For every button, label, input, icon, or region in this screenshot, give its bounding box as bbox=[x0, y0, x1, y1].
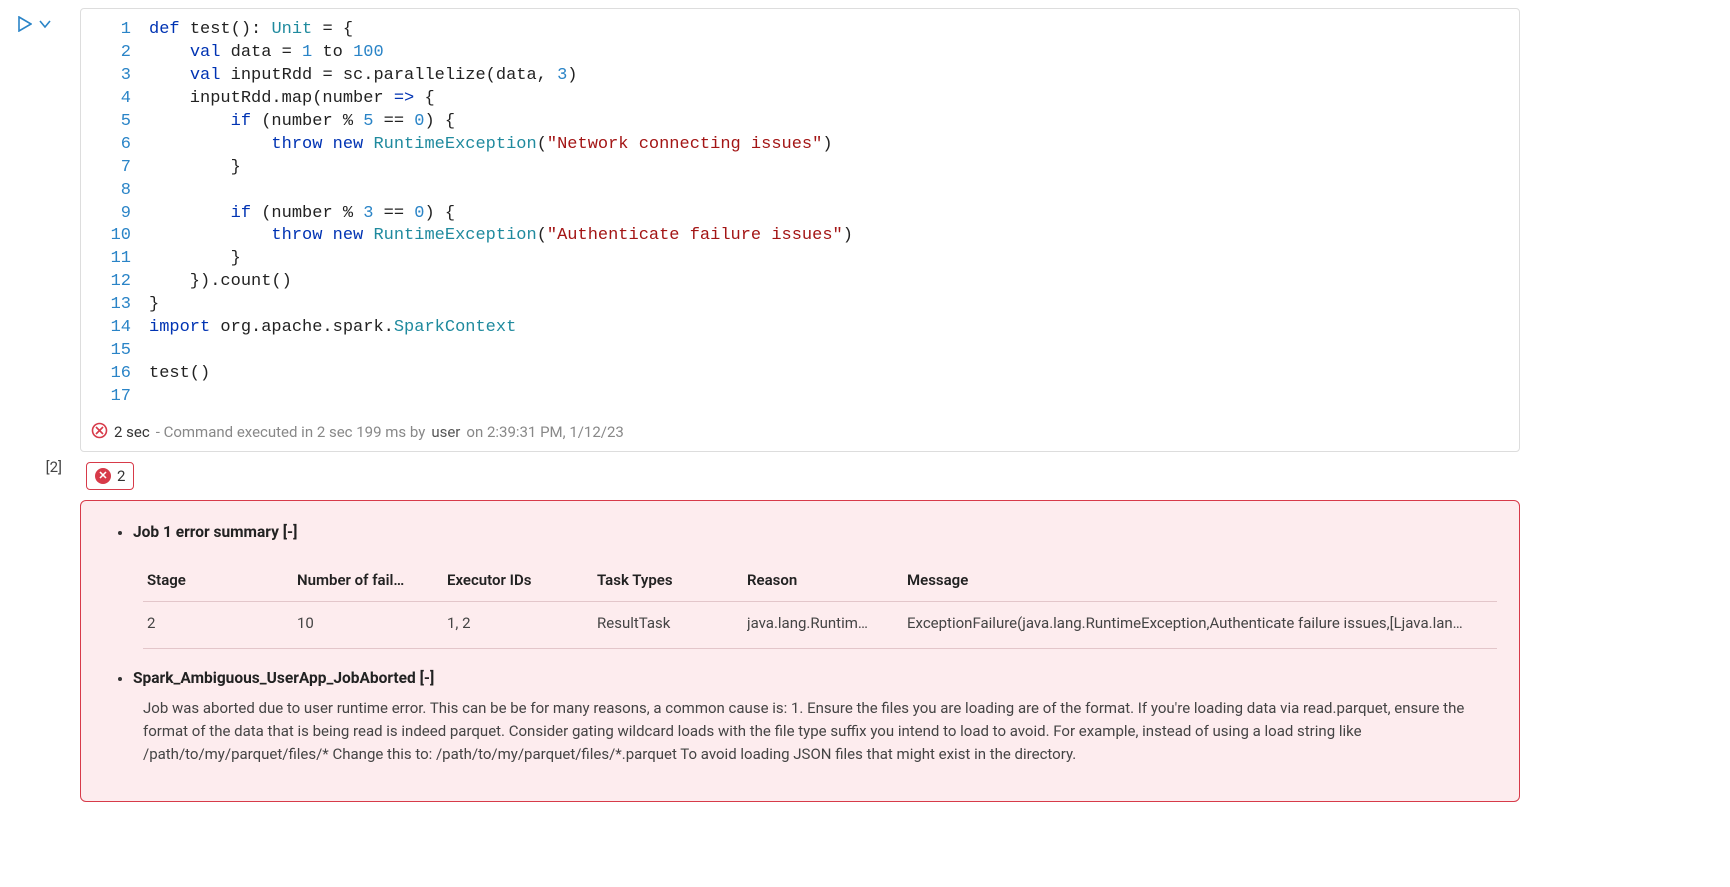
table-divider bbox=[143, 648, 1497, 649]
col-message: Message bbox=[907, 571, 1493, 589]
status-subtext: - Command executed in 2 sec 199 ms by bbox=[156, 423, 426, 441]
run-cell-icon[interactable] bbox=[18, 16, 32, 32]
executing-user: user bbox=[431, 423, 460, 441]
col-stage: Stage bbox=[147, 571, 297, 589]
error-count-badge[interactable]: ✕ 2 bbox=[86, 462, 134, 490]
code-editor[interactable]: 1234567891011121314151617 def test(): Un… bbox=[81, 9, 1519, 415]
error-item-job-summary: Job 1 error summary [-] Stage Number of … bbox=[133, 523, 1497, 649]
col-task-types: Task Types bbox=[597, 571, 747, 589]
col-num-failed: Number of fail… bbox=[297, 571, 447, 589]
cell-message: ExceptionFailure(java.lang.RuntimeExcept… bbox=[907, 614, 1493, 632]
cell-executor-ids: 1, 2 bbox=[447, 614, 597, 632]
execution-status: 2 sec - Command executed in 2 sec 199 ms… bbox=[81, 415, 1519, 451]
cell-reason: java.lang.Runtim… bbox=[747, 614, 907, 632]
duration: 2 sec bbox=[114, 423, 150, 441]
cell-index: [2] bbox=[0, 452, 80, 802]
table-body: 2 10 1, 2 ResultTask java.lang.Runtim… E… bbox=[143, 601, 1497, 644]
error-summary-table: Stage Number of fail… Executor IDs Task … bbox=[143, 559, 1497, 649]
error-item-aborted: Spark_Ambiguous_UserApp_JobAborted [-] J… bbox=[133, 669, 1497, 767]
col-executor-ids: Executor IDs bbox=[447, 571, 597, 589]
execution-timestamp: on 2:39:31 PM, 1/12/23 bbox=[466, 423, 623, 441]
error-panel: Job 1 error summary [-] Stage Number of … bbox=[80, 500, 1520, 802]
error-count: 2 bbox=[117, 467, 125, 485]
cell-task-types: ResultTask bbox=[597, 614, 747, 632]
cell-body: 1234567891011121314151617 def test(): Un… bbox=[80, 8, 1520, 452]
cell-num-failed: 10 bbox=[297, 614, 447, 632]
error-circle-icon bbox=[91, 422, 108, 443]
error-item-description: Job was aborted due to user runtime erro… bbox=[143, 697, 1497, 767]
chevron-down-icon[interactable] bbox=[38, 17, 52, 31]
code-content[interactable]: def test(): Unit = { val data = 1 to 100… bbox=[149, 19, 1519, 409]
table-row: 2 10 1, 2 ResultTask java.lang.Runtim… E… bbox=[143, 601, 1497, 644]
error-item-title[interactable]: Spark_Ambiguous_UserApp_JobAborted [-] bbox=[133, 669, 434, 687]
cell-controls bbox=[0, 8, 80, 32]
table-header: Stage Number of fail… Executor IDs Task … bbox=[143, 559, 1497, 601]
error-item-title[interactable]: Job 1 error summary [-] bbox=[133, 523, 297, 541]
notebook-cell: 1234567891011121314151617 def test(): Un… bbox=[0, 0, 1730, 452]
line-number-gutter: 1234567891011121314151617 bbox=[81, 19, 149, 409]
x-icon: ✕ bbox=[95, 468, 111, 484]
error-output: ✕ 2 Job 1 error summary [-] Stage Number… bbox=[80, 462, 1520, 802]
col-reason: Reason bbox=[747, 571, 907, 589]
cell-stage: 2 bbox=[147, 614, 297, 632]
